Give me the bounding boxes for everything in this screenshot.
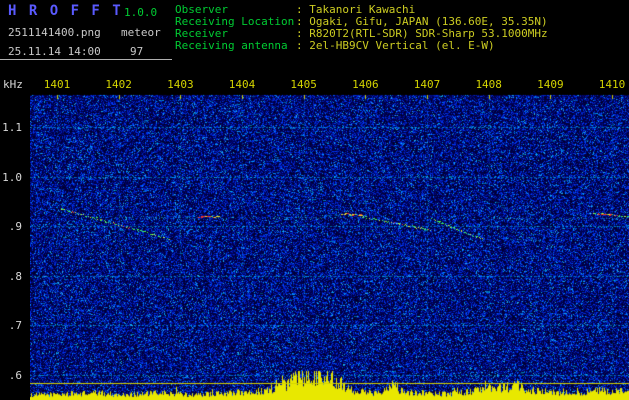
mode-label: meteor bbox=[121, 26, 161, 39]
y-tick-label: .8 bbox=[8, 269, 22, 283]
info-value: : 2el-HB9CV Vertical (el. E-W) bbox=[296, 39, 495, 52]
station-info: Observer: Takanori Kawachi Receiving Loc… bbox=[175, 4, 548, 52]
output-filename: 2511141400.png bbox=[8, 26, 101, 39]
y-tick-label: .7 bbox=[8, 319, 22, 332]
y-tick-label: 1.1 bbox=[2, 121, 22, 134]
app-version: 1.0.0 bbox=[124, 6, 158, 19]
y-axis-unit: kHz bbox=[3, 78, 23, 91]
info-label: Receiving antenna bbox=[175, 39, 288, 52]
header-divider bbox=[0, 59, 172, 60]
y-tick-label: .6 bbox=[8, 368, 22, 382]
echo-count: 97 bbox=[130, 45, 144, 58]
info-row: Receiving antenna : 2el-HB9CV Vertical (e… bbox=[175, 40, 548, 52]
timestamp: 25.11.14 14:00 bbox=[8, 45, 101, 58]
y-tick-label: .9 bbox=[8, 220, 22, 233]
spectrogram-canvas bbox=[30, 75, 629, 400]
app-title: H R O F F T bbox=[8, 3, 123, 19]
y-tick-label: 1.0 bbox=[2, 170, 22, 184]
